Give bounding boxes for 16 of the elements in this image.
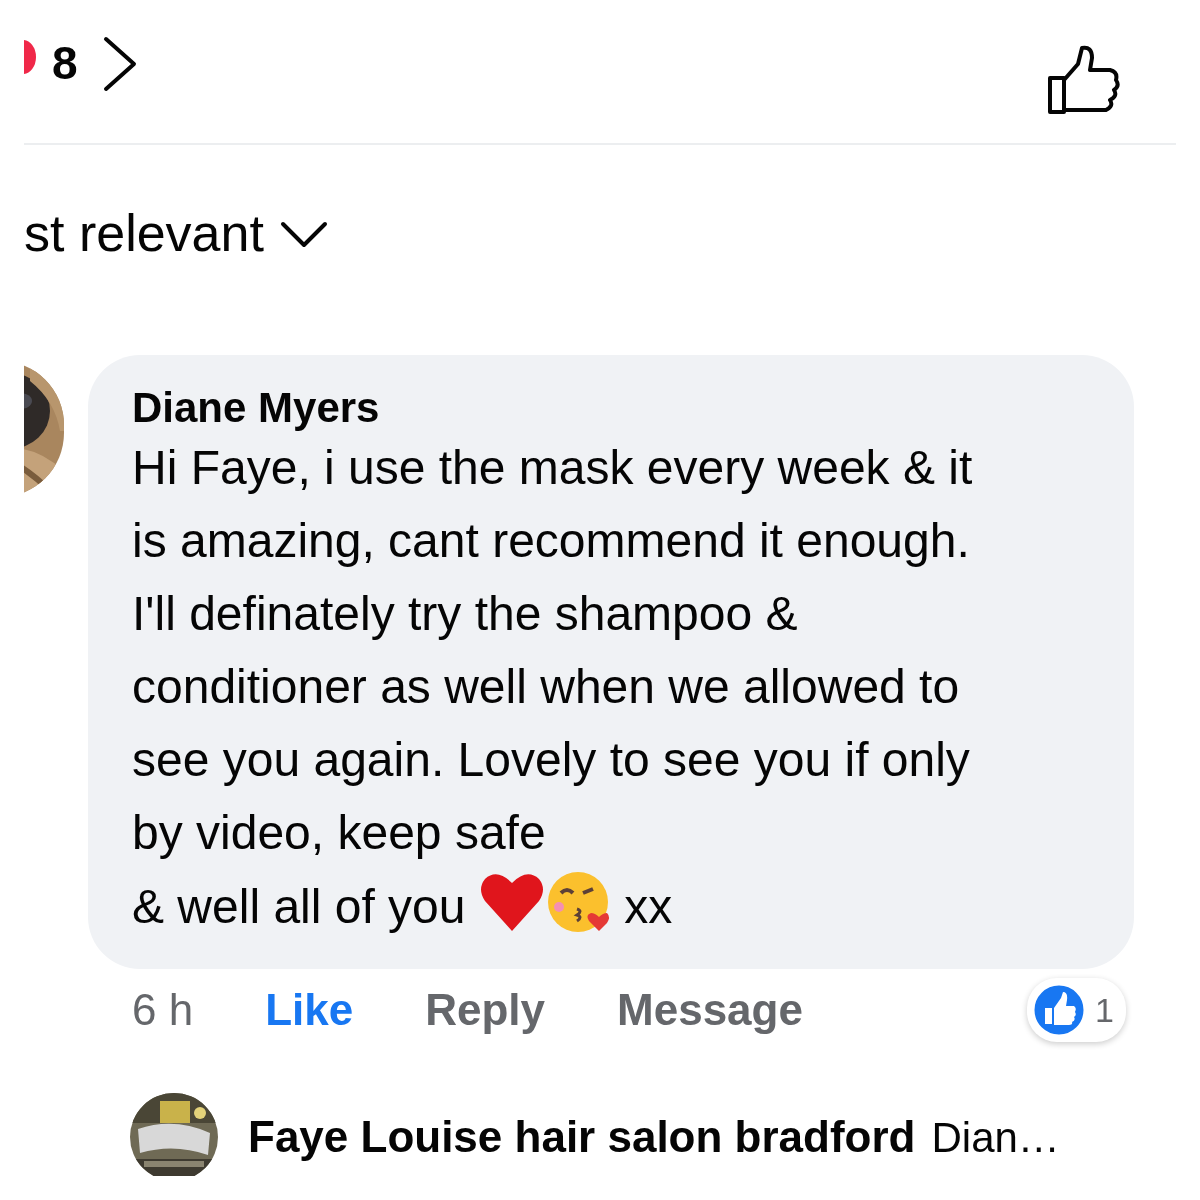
comment-text: & well all of you xyxy=(132,880,466,934)
reply-author[interactable]: Faye Louise hair salon bradford xyxy=(248,1104,916,1171)
reaction-count: 8 xyxy=(52,40,78,86)
comment-action-link[interactable]: Like xyxy=(265,983,354,1037)
chevron-right-icon[interactable] xyxy=(101,36,138,92)
chevron-down-icon[interactable] xyxy=(279,221,328,249)
comment-action-link[interactable]: Reply xyxy=(425,983,546,1037)
comment-author[interactable]: Diane Myers xyxy=(132,385,1094,432)
reaction-badge[interactable]: 1 xyxy=(1027,978,1126,1042)
comment-suffix: xx xyxy=(624,880,673,934)
sort-label[interactable]: st relevant xyxy=(24,207,264,259)
comment-action-link[interactable]: Message xyxy=(617,983,803,1037)
comment-time: 6 h xyxy=(132,984,194,1037)
reaction-count: 1 xyxy=(1095,993,1114,1027)
thumbs-up-icon[interactable] xyxy=(1048,44,1120,114)
reply-preview: Dian… xyxy=(931,1113,1060,1164)
